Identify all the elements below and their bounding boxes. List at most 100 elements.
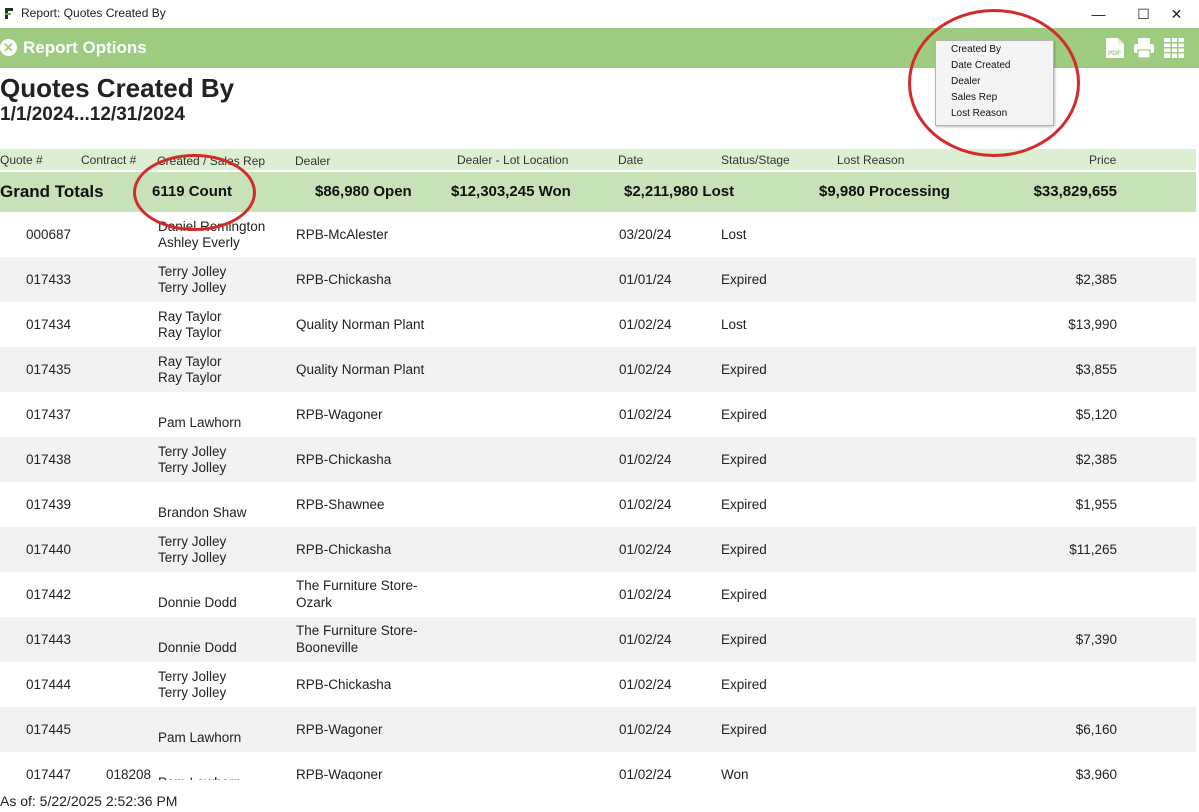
quote-number[interactable]: 000687 <box>26 226 71 243</box>
table-row[interactable]: 017440 Terry Jolley Terry Jolley RPB-Chi… <box>0 527 1196 572</box>
sales-rep: Terry Jolley <box>158 460 227 475</box>
table-row[interactable]: 017435 Ray Taylor Ray Taylor Quality Nor… <box>0 347 1196 392</box>
quote-number[interactable]: 017439 <box>26 496 71 513</box>
status-stage: Expired <box>721 362 767 377</box>
status-stage: Lost <box>721 317 747 332</box>
quote-number[interactable]: 017445 <box>26 721 71 738</box>
table-row[interactable]: 017442 Donnie Dodd The Furniture Store- … <box>0 572 1196 617</box>
quote-date: 01/02/24 <box>619 722 672 737</box>
dealer: RPB-Wagoner <box>296 722 383 737</box>
table-row[interactable]: 017445 Pam Lawhorn RPB-Wagoner 01/02/24 … <box>0 707 1196 752</box>
col-header-quote[interactable]: Quote # <box>0 153 43 167</box>
quote-number[interactable]: 017435 <box>26 361 71 378</box>
report-title: Quotes Created By <box>0 73 235 103</box>
table-row[interactable]: 000687 Daniel Remington Ashley Everly RP… <box>0 212 1196 257</box>
quote-number[interactable]: 017442 <box>26 586 71 603</box>
quote-date: 01/02/24 <box>619 317 672 332</box>
table-row[interactable]: 017443 Donnie Dodd The Furniture Store- … <box>0 617 1196 662</box>
table-row[interactable]: 017447 018208 Pam Lawhorn RPB-Wagoner 01… <box>0 752 1196 780</box>
table-row[interactable]: 017438 Terry Jolley Terry Jolley RPB-Chi… <box>0 437 1196 482</box>
price: $2,385 <box>1075 452 1117 467</box>
quote-date: 01/02/24 <box>619 497 672 512</box>
sales-rep: Donnie Dodd <box>158 595 237 610</box>
menu-item-dealer[interactable]: Dealer <box>951 76 980 87</box>
price: $3,960 <box>1075 767 1117 780</box>
app-icon <box>5 8 13 19</box>
price: $2,385 <box>1075 272 1117 287</box>
svg-text:PDF: PDF <box>1108 50 1121 57</box>
print-icon[interactable] <box>1133 37 1155 59</box>
quote-number[interactable]: 017444 <box>26 676 71 693</box>
col-header-price[interactable]: Price <box>1089 153 1116 167</box>
status-stage: Expired <box>721 722 767 737</box>
quote-date: 01/02/24 <box>619 362 672 377</box>
col-header-dealer[interactable]: Dealer <box>295 154 330 168</box>
quote-date: 01/02/24 <box>619 542 672 557</box>
col-header-lot-location[interactable]: Dealer - Lot Location <box>457 153 568 167</box>
menu-item-date-created[interactable]: Date Created <box>951 60 1010 71</box>
quote-date: 01/02/24 <box>619 677 672 692</box>
grid-icon[interactable] <box>1163 37 1185 59</box>
sales-rep: Brandon Shaw <box>158 505 247 520</box>
contract-number: 018208 <box>106 767 152 780</box>
quote-date: 01/02/24 <box>619 587 672 602</box>
table-row[interactable]: 017434 Ray Taylor Ray Taylor Quality Nor… <box>0 302 1196 347</box>
dealer: RPB-Wagoner <box>296 767 383 780</box>
table-row[interactable]: 017437 Pam Lawhorn RPB-Wagoner 01/02/24 … <box>0 392 1196 437</box>
report-options-close-icon[interactable]: ✕ <box>0 39 17 56</box>
sales-rep: Terry Jolley <box>158 685 227 700</box>
table-row[interactable]: 017433 Terry Jolley Terry Jolley RPB-Chi… <box>0 257 1196 302</box>
price: $1,955 <box>1075 497 1117 512</box>
created-by: Terry Jolley <box>158 534 227 549</box>
dealer: RPB-Chickasha <box>296 272 392 287</box>
window-close-button[interactable]: ✕ <box>1154 0 1199 28</box>
quote-date: 01/02/24 <box>619 407 672 422</box>
sales-rep: Ray Taylor <box>158 325 222 340</box>
table-row[interactable]: 017439 Brandon Shaw RPB-Shawnee 01/02/24… <box>0 482 1196 527</box>
quote-number[interactable]: 017443 <box>26 631 71 648</box>
pdf-icon[interactable]: PDF <box>1104 37 1126 59</box>
quote-date: 01/02/24 <box>619 452 672 467</box>
report-options-button[interactable]: Report Options <box>23 38 147 58</box>
price: $13,990 <box>1068 317 1117 332</box>
dealer: RPB-Chickasha <box>296 542 392 557</box>
table-row[interactable]: 017444 Terry Jolley Terry Jolley RPB-Chi… <box>0 662 1196 707</box>
sales-rep: Pam Lawhorn <box>158 730 242 745</box>
minimize-icon: — <box>1091 6 1106 22</box>
col-header-status[interactable]: Status/Stage <box>721 153 790 167</box>
sales-rep: Ray Taylor <box>158 370 222 385</box>
created-by: Ray Taylor <box>158 354 222 369</box>
price: $5,120 <box>1075 407 1117 422</box>
quote-number[interactable]: 017447 <box>26 766 71 780</box>
col-header-date[interactable]: Date <box>618 153 643 167</box>
quote-number[interactable]: 017440 <box>26 541 71 558</box>
created-by: Terry Jolley <box>158 669 227 684</box>
status-stage: Expired <box>721 452 767 467</box>
dealer: Quality Norman Plant <box>296 317 425 332</box>
menu-item-sales-rep[interactable]: Sales Rep <box>951 92 997 103</box>
status-stage: Expired <box>721 542 767 557</box>
quote-number[interactable]: 017438 <box>26 451 71 468</box>
grand-totals-label: Grand Totals <box>0 182 104 201</box>
minimize-button[interactable]: — <box>1076 0 1121 28</box>
col-header-created[interactable]: Created / Sales Rep <box>157 154 265 168</box>
grand-totals-row: Grand Totals 6119 Count $86,980 Open $12… <box>0 172 1196 213</box>
menu-item-lost-reason[interactable]: Lost Reason <box>951 108 1007 119</box>
col-header-lost-reason[interactable]: Lost Reason <box>837 153 904 167</box>
sales-rep: Ashley Everly <box>158 235 240 250</box>
sales-rep: Pam Lawhorn <box>158 774 241 780</box>
quote-date: 01/02/24 <box>619 632 672 647</box>
report-table-body: 000687 Daniel Remington Ashley Everly RP… <box>0 212 1196 780</box>
quote-number[interactable]: 017433 <box>26 271 71 288</box>
price: $3,855 <box>1075 362 1117 377</box>
menu-item-created-by[interactable]: Created By <box>951 44 1001 55</box>
status-stage: Expired <box>721 272 767 287</box>
total-count: 6119 Count <box>152 183 233 200</box>
total-open: $86,980 Open <box>315 183 412 200</box>
quote-number[interactable]: 017437 <box>26 406 71 423</box>
window-titlebar: Report: Quotes Created By — ☐ ✕ <box>0 0 1199 28</box>
dealer: The Furniture Store- <box>296 578 418 593</box>
col-header-contract[interactable]: Contract # <box>81 153 136 167</box>
quote-number[interactable]: 017434 <box>26 316 71 333</box>
total-won: $12,303,245 Won <box>451 183 571 200</box>
